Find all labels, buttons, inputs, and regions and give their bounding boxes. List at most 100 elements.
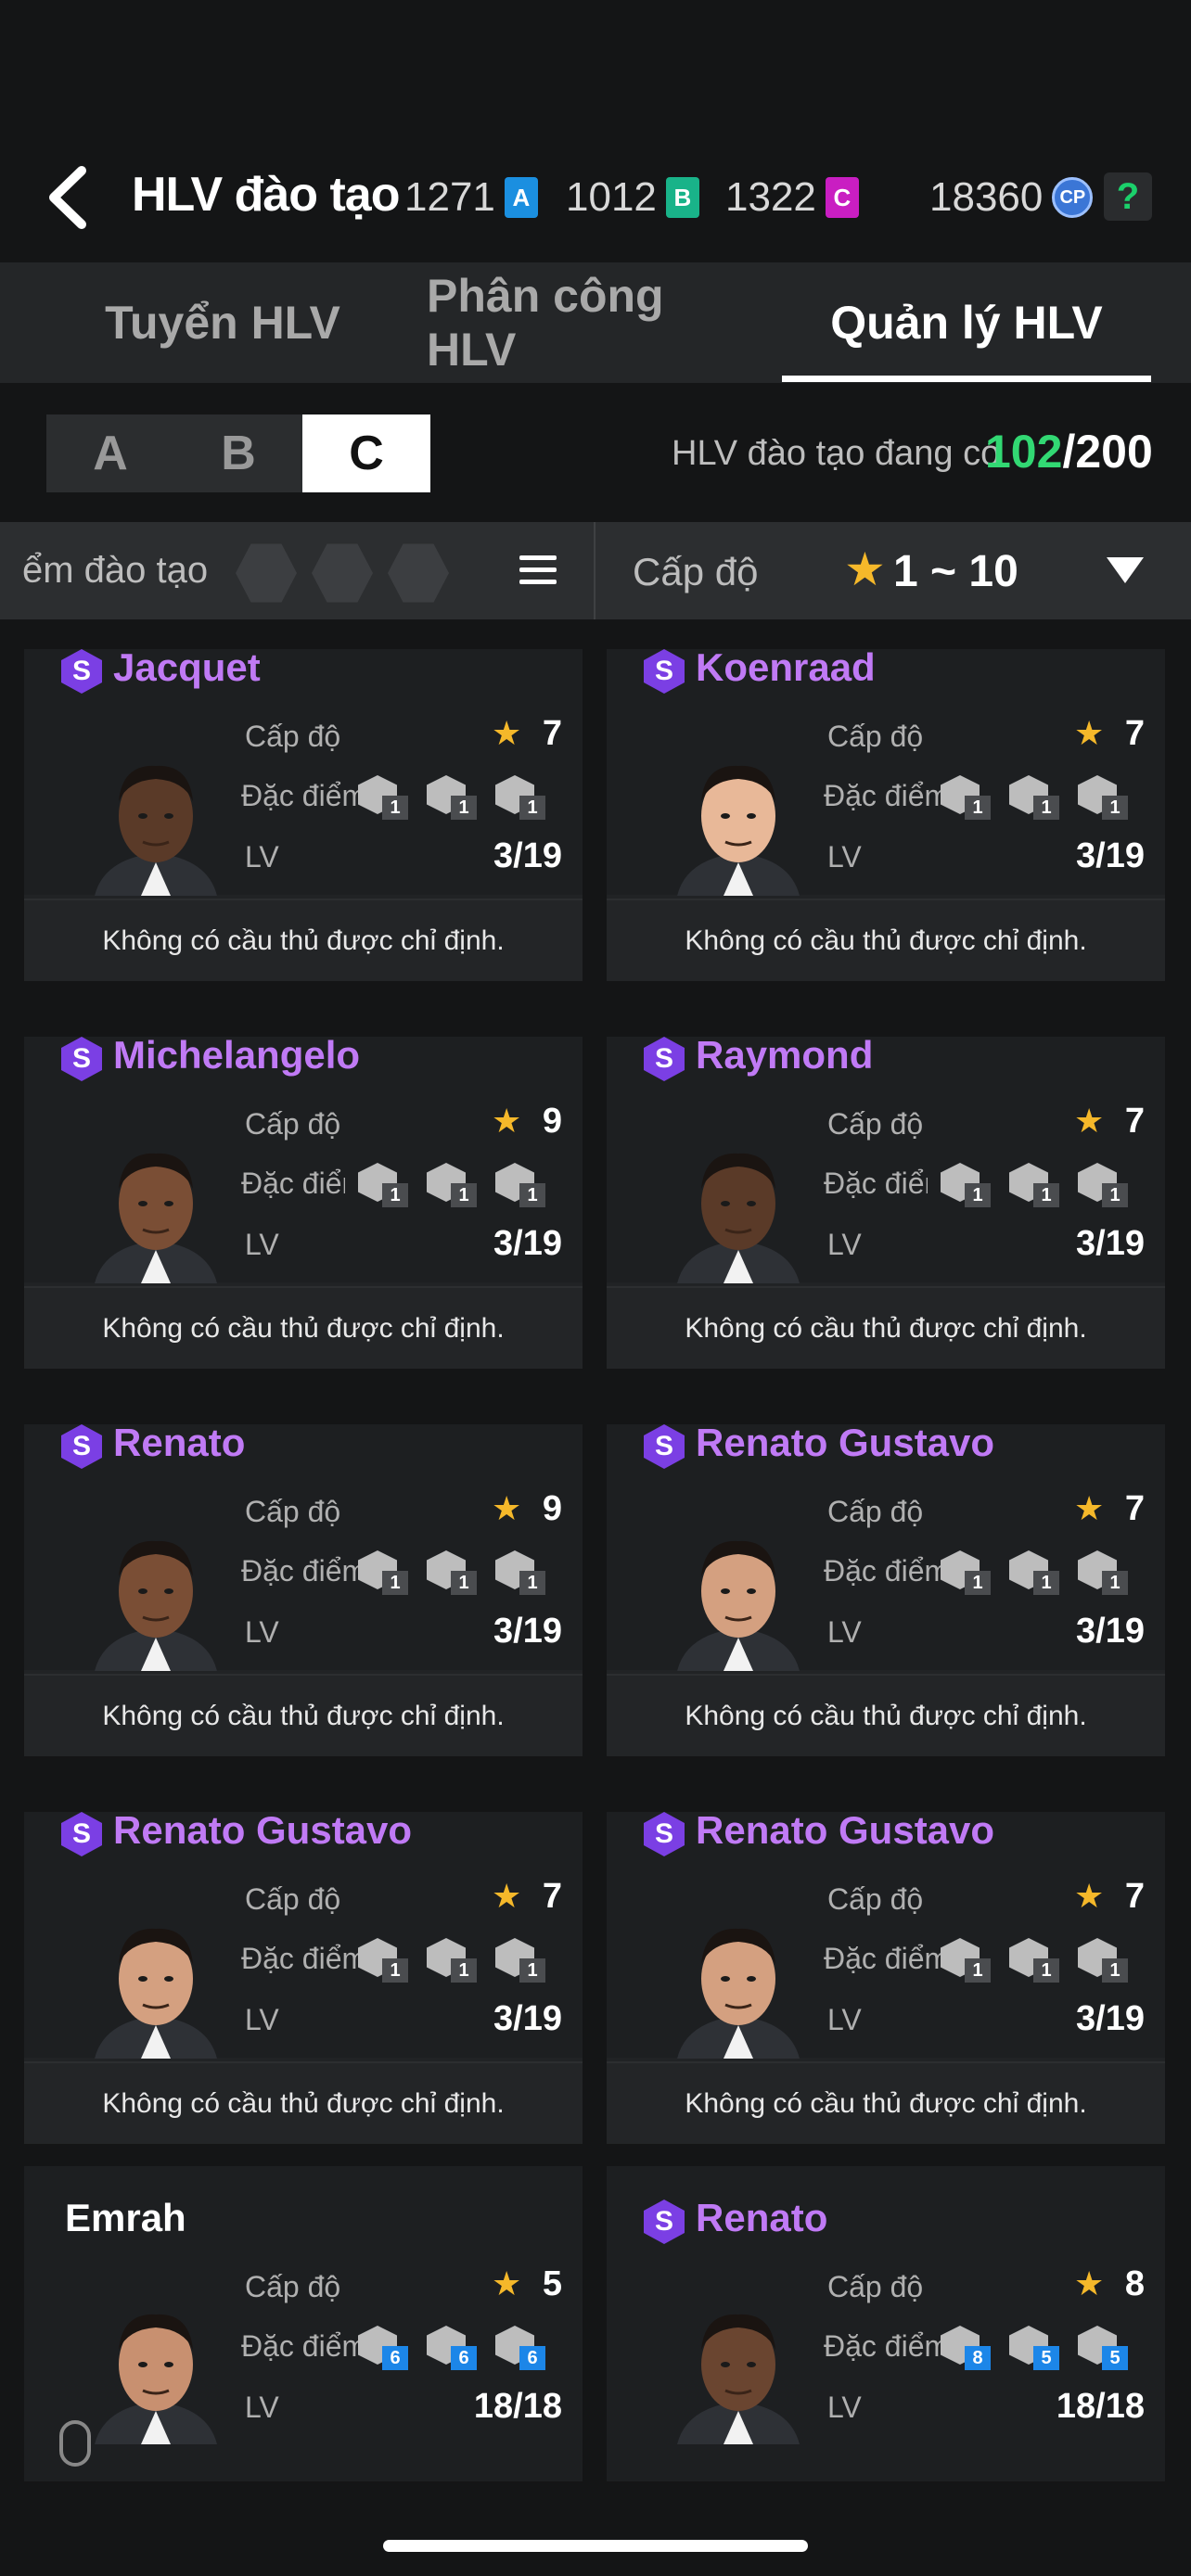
trait-count: 5 [1033,2346,1059,2370]
group-b-button[interactable]: B [174,414,302,492]
trait-count: 1 [519,1183,545,1207]
lv-label: LV [245,1228,279,1261]
coach-lv: 3/19 [1076,1224,1145,1263]
coach-name: Jacquet [113,645,261,689]
currency-b-value: 1012 [566,174,657,220]
trait-icon: 1 [427,1550,477,1595]
link-icon[interactable] [59,2420,91,2467]
coach-card[interactable]: S Renato Gustavo Cấp độ ★ 7 Đặc điểm 1 1… [607,1421,1165,1756]
assigned-player-status: Không có cầu thủ được chỉ định. [24,1674,583,1756]
coach-card[interactable]: S Renato Cấp độ ★ 8 Đặc điểm 8 5 5 LV 18… [607,2166,1165,2481]
coach-lv: 3/19 [493,1612,562,1651]
tab-manage-coach[interactable]: Quản lý HLV [782,262,1151,383]
coach-level: 9 [542,1489,562,1528]
coach-name: Renato Gustavo [113,1808,413,1852]
help-button[interactable]: ? [1104,172,1152,221]
coach-portrait [95,2314,217,2444]
coach-count-label: HLV đào tạo đang có [672,434,1001,473]
trait-icon: 5 [1078,2326,1128,2370]
tab-bar: Tuyển HLV Phân công HLV Quản lý HLV [0,262,1191,383]
trait-count: 1 [382,796,408,820]
trait-count: 1 [965,1183,991,1207]
trait-filter-slot-2[interactable] [312,543,373,603]
trait-count: 1 [965,796,991,820]
coach-level: 7 [1124,1102,1145,1141]
trait-icon: 6 [495,2326,545,2370]
coach-lv: 18/18 [473,2387,562,2426]
trait-icon: 1 [495,775,545,820]
ticket-a-icon: A [504,177,538,218]
level-label: Cấp độ [827,1107,924,1141]
menu-icon[interactable] [519,555,557,587]
trait-icon: 1 [1078,1163,1128,1207]
level-filter-label: Cấp độ [633,550,759,593]
coach-name: Renato Gustavo [696,1808,995,1852]
lv-label: LV [827,2003,862,2036]
currency-c: 1322 C [725,174,859,221]
coach-card[interactable]: S Renato Gustavo Cấp độ ★ 7 Đặc điểm 1 1… [607,1808,1165,2144]
traits-label: Đặc điểm [241,779,367,812]
page-title: HLV đào tạo [132,168,400,222]
coach-portrait [677,765,800,896]
coach-lv: 3/19 [1076,1612,1145,1651]
trait-count: 1 [1102,1571,1128,1595]
traits-label: Đặc điểm [241,1942,367,1975]
level-range-value[interactable]: 1 ~ 10 [893,546,1018,597]
currency-c-value: 1322 [725,174,816,220]
trait-count: 1 [1033,1958,1059,1983]
coach-level: 7 [542,714,562,753]
coach-card[interactable]: S Raymond Cấp độ ★ 7 Đặc điểm 1 1 1 LV 3… [607,1033,1165,1369]
lv-label: LV [245,2003,279,2036]
coach-portrait [95,1540,217,1671]
tab-assign-coach[interactable]: Phân công HLV [427,262,761,383]
lv-label: LV [245,2391,279,2424]
coach-card[interactable]: S Koenraad Cấp độ ★ 7 Đặc điểm 1 1 1 LV … [607,645,1165,981]
trait-icon: 1 [941,1550,991,1595]
trait-count: 1 [1102,796,1128,820]
trait-count: 1 [451,1958,477,1983]
trait-icon: 1 [495,1938,545,1983]
level-label: Cấp độ [827,1882,924,1916]
trait-filter-slot-1[interactable] [236,543,297,603]
coach-count-total: /200 [1062,426,1153,478]
group-c-button[interactable]: C [302,414,430,492]
coach-count-current: 102 [985,426,1063,478]
assigned-player-status: Không có cầu thủ được chỉ định. [607,1286,1165,1369]
traits-label: Đặc điểm [241,1167,345,1200]
caret-down-icon[interactable] [1107,557,1144,583]
trait-filter-slot-3[interactable] [388,543,449,603]
coach-card[interactable]: S Renato Cấp độ ★ 9 Đặc điểm 1 1 1 LV 3/… [24,1421,583,1756]
coach-card[interactable]: S Jacquet Cấp độ ★ 7 Đặc điểm 1 1 1 LV 3… [24,645,583,981]
trait-count: 1 [451,1183,477,1207]
coach-name: Koenraad [696,645,876,689]
assigned-player-status: Không có cầu thủ được chỉ định. [24,899,583,981]
coach-card[interactable]: S Michelangelo Cấp độ ★ 9 Đặc điểm 1 1 1… [24,1033,583,1369]
lv-label: LV [827,2391,862,2424]
trait-icon: 1 [1078,1938,1128,1983]
assigned-player-status: Không có cầu thủ được chỉ định. [24,1286,583,1369]
coach-level: 5 [542,2264,562,2303]
trait-count: 1 [451,1571,477,1595]
level-label: Cấp độ [245,2270,341,2303]
group-a-button[interactable]: A [46,414,174,492]
trait-icon: 8 [941,2326,991,2370]
trait-count: 1 [1033,796,1059,820]
currency-a-value: 1271 [404,174,495,220]
trait-count: 1 [1102,1183,1128,1207]
coach-lv: 3/19 [493,836,562,875]
coach-card[interactable]: S Renato Gustavo Cấp độ ★ 7 Đặc điểm 1 1… [24,1808,583,2144]
lv-label: LV [245,1615,279,1649]
trait-count: 8 [965,2346,991,2370]
coach-lv: 18/18 [1056,2387,1145,2426]
lv-label: LV [245,840,279,874]
coach-card[interactable]: Emrah Cấp độ ★ 5 Đặc điểm 6 6 6 LV 18/18 [24,2166,583,2481]
assigned-player-status: Không có cầu thủ được chỉ định. [24,2061,583,2144]
trait-icon: 1 [941,1163,991,1207]
ticket-b-icon: B [665,177,699,218]
back-button[interactable] [35,165,100,230]
coach-lv: 3/19 [493,1999,562,2038]
coach-name: Michelangelo [113,1033,361,1077]
coach-level: 7 [542,1877,562,1916]
coach-portrait [677,2314,800,2444]
tab-recruit-coach[interactable]: Tuyển HLV [56,262,390,383]
